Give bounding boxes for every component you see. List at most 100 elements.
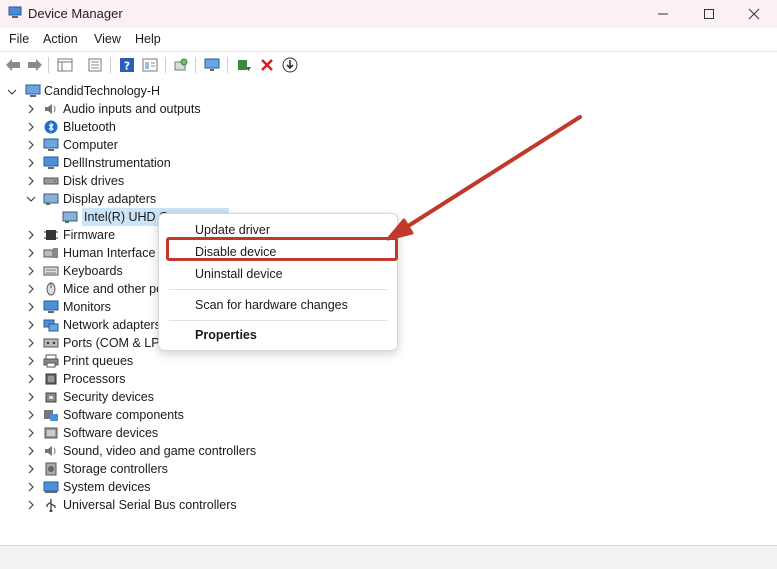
update-driver-button[interactable] bbox=[235, 56, 253, 74]
tree-category-item[interactable]: Keyboards bbox=[63, 262, 123, 280]
bluetooth-icon bbox=[44, 120, 58, 134]
uninstall-device-button[interactable] bbox=[258, 56, 276, 74]
tree-category-item[interactable]: Audio inputs and outputs bbox=[63, 100, 201, 118]
chevron-right-icon[interactable] bbox=[26, 140, 36, 150]
tree-category-item[interactable]: Security devices bbox=[63, 388, 154, 406]
tree-category-item[interactable]: Ports (COM & LPT bbox=[63, 334, 167, 352]
menu-action[interactable]: Action bbox=[43, 32, 78, 46]
chevron-right-icon[interactable] bbox=[26, 230, 36, 240]
update-driver-icon bbox=[238, 60, 251, 71]
chevron-down-icon[interactable] bbox=[26, 194, 36, 204]
scan-hardware-button[interactable] bbox=[172, 56, 190, 74]
uninstall-x-icon bbox=[261, 59, 273, 71]
view-button[interactable] bbox=[141, 56, 159, 74]
chip-icon bbox=[44, 230, 58, 240]
chevron-right-icon[interactable] bbox=[26, 500, 36, 510]
context-menu-separator bbox=[169, 320, 387, 321]
menu-properties[interactable]: Properties bbox=[195, 328, 257, 342]
help-icon: ? bbox=[120, 58, 134, 73]
help-button[interactable]: ? bbox=[118, 56, 136, 74]
window-title: Device Manager bbox=[28, 6, 123, 21]
menu-view[interactable]: View bbox=[94, 32, 121, 46]
tree-category-item[interactable]: Sound, video and game controllers bbox=[63, 442, 256, 460]
keyboard-icon bbox=[43, 266, 59, 276]
tree-category-item[interactable]: Display adapters bbox=[63, 190, 156, 208]
chevron-right-icon[interactable] bbox=[26, 356, 36, 366]
tree-category-item[interactable]: Universal Serial Bus controllers bbox=[63, 496, 237, 514]
menu-help[interactable]: Help bbox=[135, 32, 161, 46]
software-device-icon bbox=[44, 427, 58, 439]
forward-button[interactable] bbox=[26, 56, 44, 74]
menu-update-driver[interactable]: Update driver bbox=[195, 223, 270, 237]
chevron-right-icon[interactable] bbox=[26, 302, 36, 312]
chevron-right-icon[interactable] bbox=[26, 446, 36, 456]
tree-category-item[interactable]: Software components bbox=[63, 406, 184, 424]
tree-category-item[interactable]: DellInstrumentation bbox=[63, 154, 171, 172]
tree-category-item[interactable]: Disk drives bbox=[63, 172, 124, 190]
chevron-right-icon[interactable] bbox=[26, 248, 36, 258]
tree-category-item[interactable]: Firmware bbox=[63, 226, 115, 244]
chevron-right-icon[interactable] bbox=[26, 374, 36, 384]
back-arrow-icon bbox=[6, 59, 20, 71]
menu-uninstall-device[interactable]: Uninstall device bbox=[195, 267, 283, 281]
tree-category-item[interactable]: Mice and other po bbox=[63, 280, 163, 298]
tree-category-item[interactable]: Processors bbox=[63, 370, 126, 388]
hid-icon bbox=[43, 248, 58, 258]
tree-category-item[interactable]: Monitors bbox=[63, 298, 111, 316]
back-button[interactable] bbox=[4, 56, 22, 74]
title-bar: Device Manager bbox=[0, 0, 777, 28]
chevron-right-icon[interactable] bbox=[26, 464, 36, 474]
chevron-right-icon[interactable] bbox=[26, 266, 36, 276]
processor-icon bbox=[45, 373, 57, 385]
monitor-icon bbox=[43, 156, 59, 169]
properties-button[interactable] bbox=[86, 56, 104, 74]
properties-sheet-icon bbox=[57, 58, 73, 72]
context-menu-separator bbox=[169, 289, 387, 290]
menu-file[interactable]: File bbox=[9, 32, 29, 46]
status-bar bbox=[0, 545, 777, 569]
chevron-right-icon[interactable] bbox=[26, 104, 36, 114]
chevron-right-icon[interactable] bbox=[26, 428, 36, 438]
software-component-icon bbox=[44, 410, 58, 421]
device-manager-app-icon bbox=[8, 6, 22, 18]
usb-icon bbox=[46, 499, 56, 512]
tree-category-item[interactable]: Human Interface I bbox=[63, 244, 162, 262]
chevron-right-icon[interactable] bbox=[26, 320, 36, 330]
display-adapter-icon bbox=[62, 211, 78, 223]
tree-category-item[interactable]: Network adapters bbox=[63, 316, 161, 334]
minimize-button[interactable] bbox=[640, 0, 686, 28]
maximize-button[interactable] bbox=[686, 0, 732, 28]
tree-category-item[interactable]: Bluetooth bbox=[63, 118, 116, 136]
chevron-right-icon[interactable] bbox=[26, 392, 36, 402]
menu-scan-hardware[interactable]: Scan for hardware changes bbox=[195, 298, 348, 312]
computer-icon bbox=[43, 138, 59, 151]
chevron-right-icon[interactable] bbox=[26, 122, 36, 132]
tree-category-item[interactable]: Storage controllers bbox=[63, 460, 168, 478]
chevron-right-icon[interactable] bbox=[26, 176, 36, 186]
chevron-right-icon[interactable] bbox=[26, 338, 36, 348]
computer-icon bbox=[25, 84, 41, 97]
speaker-icon bbox=[45, 446, 56, 456]
tree-category-item[interactable]: System devices bbox=[63, 478, 151, 496]
tree-category-item[interactable]: Print queues bbox=[63, 352, 133, 370]
chevron-down-icon[interactable] bbox=[7, 87, 17, 97]
add-legacy-hardware-button[interactable] bbox=[203, 56, 221, 74]
close-button[interactable] bbox=[731, 0, 777, 28]
tree-root[interactable]: CandidTechnology-H bbox=[44, 82, 160, 100]
monitor-icon bbox=[43, 300, 59, 313]
tree-category-item[interactable]: Computer bbox=[63, 136, 118, 154]
chevron-right-icon[interactable] bbox=[26, 482, 36, 492]
enable-device-button[interactable] bbox=[281, 56, 299, 74]
highlight-box bbox=[166, 237, 398, 261]
chevron-right-icon[interactable] bbox=[26, 410, 36, 420]
network-icon bbox=[43, 319, 59, 332]
scan-icon bbox=[174, 58, 188, 71]
chevron-right-icon[interactable] bbox=[26, 158, 36, 168]
tree-category-item[interactable]: Software devices bbox=[63, 424, 158, 442]
chevron-right-icon[interactable] bbox=[26, 284, 36, 294]
show-hide-console-tree-button[interactable] bbox=[56, 56, 74, 74]
toolbar-separator bbox=[110, 57, 111, 73]
svg-text:?: ? bbox=[124, 60, 130, 73]
toolbar-separator bbox=[195, 57, 196, 73]
toolbar-separator bbox=[48, 57, 49, 73]
